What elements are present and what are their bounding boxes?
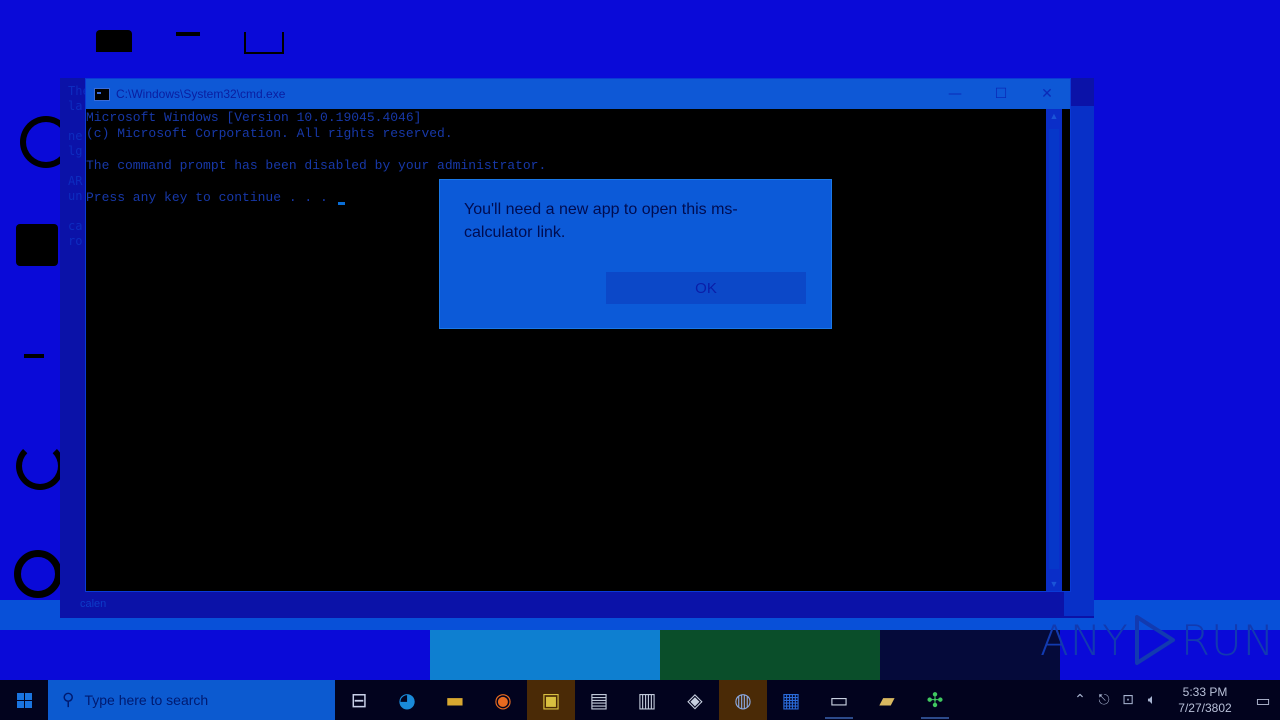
windows-logo-icon [16, 692, 32, 708]
archive-tool-icon[interactable]: ▣ [527, 680, 575, 720]
start-button[interactable] [0, 680, 48, 720]
taskbar-search-box[interactable]: ⚲ Type here to search [48, 680, 335, 720]
volume-icon[interactable]: 🔈︎ [1140, 692, 1164, 708]
cmd-titlebar[interactable]: C:\Windows\System32\cmd.exe — ☐ ✕ [86, 79, 1070, 109]
scroll-up-arrow-icon[interactable]: ▲ [1046, 111, 1062, 121]
clock-time: 5:33 PM [1182, 685, 1228, 699]
console-line: Microsoft Windows [Version 10.0.19045.40… [86, 110, 422, 125]
search-icon: ⚲ [62, 690, 75, 710]
cmd-scrollbar[interactable]: ▲ ▼ [1046, 109, 1062, 591]
word-app-icon[interactable]: ▦ [767, 680, 815, 720]
circle-desktop-icon[interactable] [14, 550, 62, 598]
watermark-text-left: ANY [1040, 615, 1129, 665]
desktop-glitch-block [430, 630, 670, 680]
cmd-window-title: C:\Windows\System32\cmd.exe [116, 87, 286, 101]
task-view-icon[interactable]: ⊟ [335, 680, 383, 720]
sync-desktop-icon[interactable] [16, 442, 64, 490]
dialog-message: You'll need a new app to open this ms-ca… [464, 201, 738, 241]
text-cursor [337, 202, 345, 205]
app-needed-dialog[interactable]: You'll need a new app to open this ms-ca… [440, 180, 831, 328]
document-app-icon[interactable]: ▤ [575, 680, 623, 720]
scroll-thumb[interactable] [1049, 129, 1059, 569]
meet-now-icon[interactable]: ⎋ [1092, 692, 1116, 708]
cmd-taskbar-icon[interactable]: ▭ [815, 680, 863, 720]
play-logo-icon [1134, 615, 1175, 665]
desktop-icon[interactable] [24, 354, 44, 358]
network-tool-icon[interactable]: ✣ [911, 680, 959, 720]
desktop-icon[interactable] [176, 32, 200, 36]
notification-icon[interactable]: ▭ [1246, 691, 1280, 710]
printer-icon[interactable]: ▰ [863, 680, 911, 720]
desktop-glitch-block [660, 630, 880, 680]
minimize-button[interactable]: — [932, 79, 978, 109]
cmd-window[interactable]: C:\Windows\System32\cmd.exe — ☐ ✕ Micros… [86, 79, 1070, 591]
window-app-icon[interactable]: ▥ [623, 680, 671, 720]
taskbar: ⚲ Type here to search ⊟ ◕ ▬ ◉ ▣ ▤ ▥ ◈ ◍ … [0, 680, 1280, 720]
desktop-icon[interactable] [96, 30, 132, 52]
console-line: The command prompt has been disabled by … [86, 158, 547, 173]
console-line: Press any key to continue . . . [86, 190, 336, 205]
desktop-glitch-block [880, 630, 1060, 680]
pdf-desktop-icon[interactable] [16, 224, 58, 266]
system-tray: ⌃ ⎋ ⊡ 🔈︎ 5:33 PM 7/27/3802 ▭ [1068, 680, 1280, 720]
network-icon[interactable]: ⊡ [1116, 692, 1140, 708]
console-prompt-line: Press any key to continue . . . [86, 190, 345, 206]
scroll-down-arrow-icon[interactable]: ▼ [1046, 579, 1062, 589]
desktop-icon[interactable] [244, 32, 284, 54]
user-app-icon[interactable]: ◍ [719, 680, 767, 720]
cube-app-icon[interactable]: ◈ [671, 680, 719, 720]
search-placeholder: Type here to search [84, 692, 209, 708]
watermark-text-right: RUN [1180, 615, 1276, 665]
background-window-label: calen [80, 598, 107, 610]
ok-button[interactable]: OK [606, 272, 806, 304]
firefox-icon[interactable]: ◉ [479, 680, 527, 720]
clock-date: 7/27/3802 [1178, 701, 1232, 715]
maximize-button[interactable]: ☐ [978, 79, 1024, 109]
file-explorer-icon[interactable]: ▬ [431, 680, 479, 720]
edge-icon[interactable]: ◕ [383, 680, 431, 720]
anyrun-watermark: ANY RUN [1040, 610, 1275, 670]
close-button[interactable]: ✕ [1024, 79, 1070, 109]
taskbar-clock[interactable]: 5:33 PM 7/27/3802 [1170, 684, 1240, 716]
chevron-up-icon[interactable]: ⌃ [1068, 692, 1092, 708]
console-line: (c) Microsoft Corporation. All rights re… [86, 126, 453, 141]
cmd-window-icon [94, 87, 110, 101]
